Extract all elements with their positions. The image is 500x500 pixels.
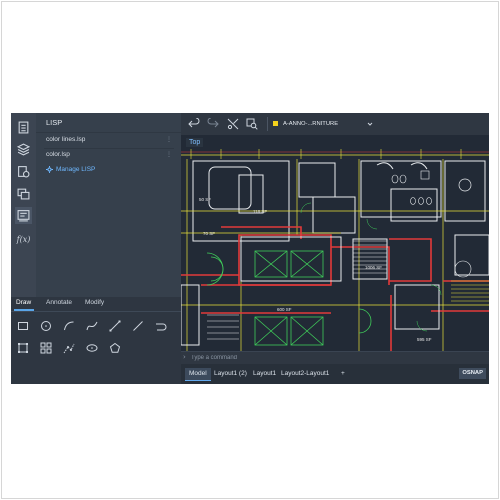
command-line: › (181, 351, 489, 365)
circle-icon[interactable] (38, 318, 54, 334)
tab-model[interactable]: Model (185, 368, 211, 381)
toolbar-divider (267, 117, 268, 131)
line-icon[interactable] (107, 318, 123, 334)
layer-color-swatch (273, 121, 278, 126)
divider (36, 132, 181, 133)
chevron-down-icon (367, 122, 373, 126)
add-layout-button[interactable]: + (341, 368, 345, 380)
tab-layout1[interactable]: Layout1 (253, 368, 276, 380)
tab-annotate[interactable]: Annotate (46, 299, 72, 306)
divider (44, 148, 174, 149)
spline-icon[interactable] (84, 318, 100, 334)
floor-plan-drawing (181, 149, 489, 351)
rectangle-icon[interactable] (15, 318, 31, 334)
manage-lisp-label: Manage LISP (56, 166, 96, 173)
tab-layout2-layout1[interactable]: Layout2-Layout1 (281, 368, 329, 380)
tab-modify[interactable]: Modify (85, 299, 104, 306)
draw-panel-tabs: Draw Annotate Modify (11, 297, 181, 312)
ellipsis-icon[interactable]: ⋮ (166, 151, 172, 158)
area-label: 600 SF (277, 307, 292, 312)
layers-icon[interactable] (15, 141, 32, 158)
arc-icon[interactable] (61, 318, 77, 334)
command-prompt-icon: › (183, 353, 186, 361)
main-toolbar: A-ANNO-...RNITURE (181, 113, 489, 136)
command-input[interactable] (191, 353, 481, 363)
redo-icon[interactable] (206, 117, 220, 131)
lisp-icon[interactable] (15, 207, 32, 224)
panel-title: LISP (46, 118, 63, 127)
layout-tabs-bar: Model Layout1 (2) Layout1 Layout2-Layout… (181, 364, 489, 384)
points-icon[interactable] (61, 340, 77, 356)
area-label: 70 SF (203, 231, 216, 236)
blocks-icon[interactable] (15, 163, 32, 180)
area-label: 50 SF (199, 197, 212, 202)
gear-icon (46, 166, 53, 173)
trim-icon[interactable] (226, 117, 240, 131)
draw-panel: Draw Annotate Modify (11, 297, 181, 384)
undo-icon[interactable] (187, 117, 201, 131)
ellipsis-icon[interactable]: ⋮ (166, 136, 172, 143)
lisp-panel: LISP color lines.lsp ⋮ color.lsp ⋮ Manag… (36, 113, 181, 297)
undo-arc-icon[interactable] (153, 318, 169, 334)
active-tab-indicator (14, 309, 34, 311)
osnap-toggle[interactable]: OSNAP (459, 368, 486, 379)
polyline-icon[interactable] (130, 318, 146, 334)
layer-dropdown[interactable]: A-ANNO-...RNITURE (273, 117, 373, 130)
lisp-file-name: color lines.lsp (46, 136, 86, 143)
lisp-file-name: color.lsp (46, 151, 70, 158)
ellipse-icon[interactable] (84, 340, 100, 356)
tab-draw[interactable]: Draw (16, 299, 31, 306)
tab-layout1-2[interactable]: Layout1 (2) (214, 368, 247, 380)
view-cube-label[interactable]: Top (186, 138, 204, 147)
area-label: 1006 SF (365, 265, 383, 270)
zoom-icon[interactable] (245, 117, 259, 131)
lisp-file-row[interactable]: color lines.lsp ⋮ (46, 136, 174, 148)
layer-name: A-ANNO-...RNITURE (283, 120, 339, 127)
left-icon-rail: f(x) (11, 113, 36, 297)
area-label: 595 SF (417, 337, 432, 342)
xref-icon[interactable] (15, 185, 32, 202)
area-label: 118 SF (253, 209, 268, 214)
polygon-icon[interactable] (107, 340, 123, 356)
drawing-canvas[interactable]: Top 50 SF 118 SF 70 SF 1006 SF 600 SF 59… (181, 135, 489, 351)
autocad-app-window: f(x) LISP color lines.lsp ⋮ color.lsp ⋮ … (11, 113, 489, 384)
function-icon[interactable]: f(x) (15, 231, 32, 248)
properties-icon[interactable] (15, 119, 32, 136)
array-icon[interactable] (38, 340, 54, 356)
hatch-icon[interactable] (15, 340, 31, 356)
manage-lisp-link[interactable]: Manage LISP (46, 166, 95, 173)
lisp-file-row[interactable]: color.lsp ⋮ (46, 151, 174, 163)
